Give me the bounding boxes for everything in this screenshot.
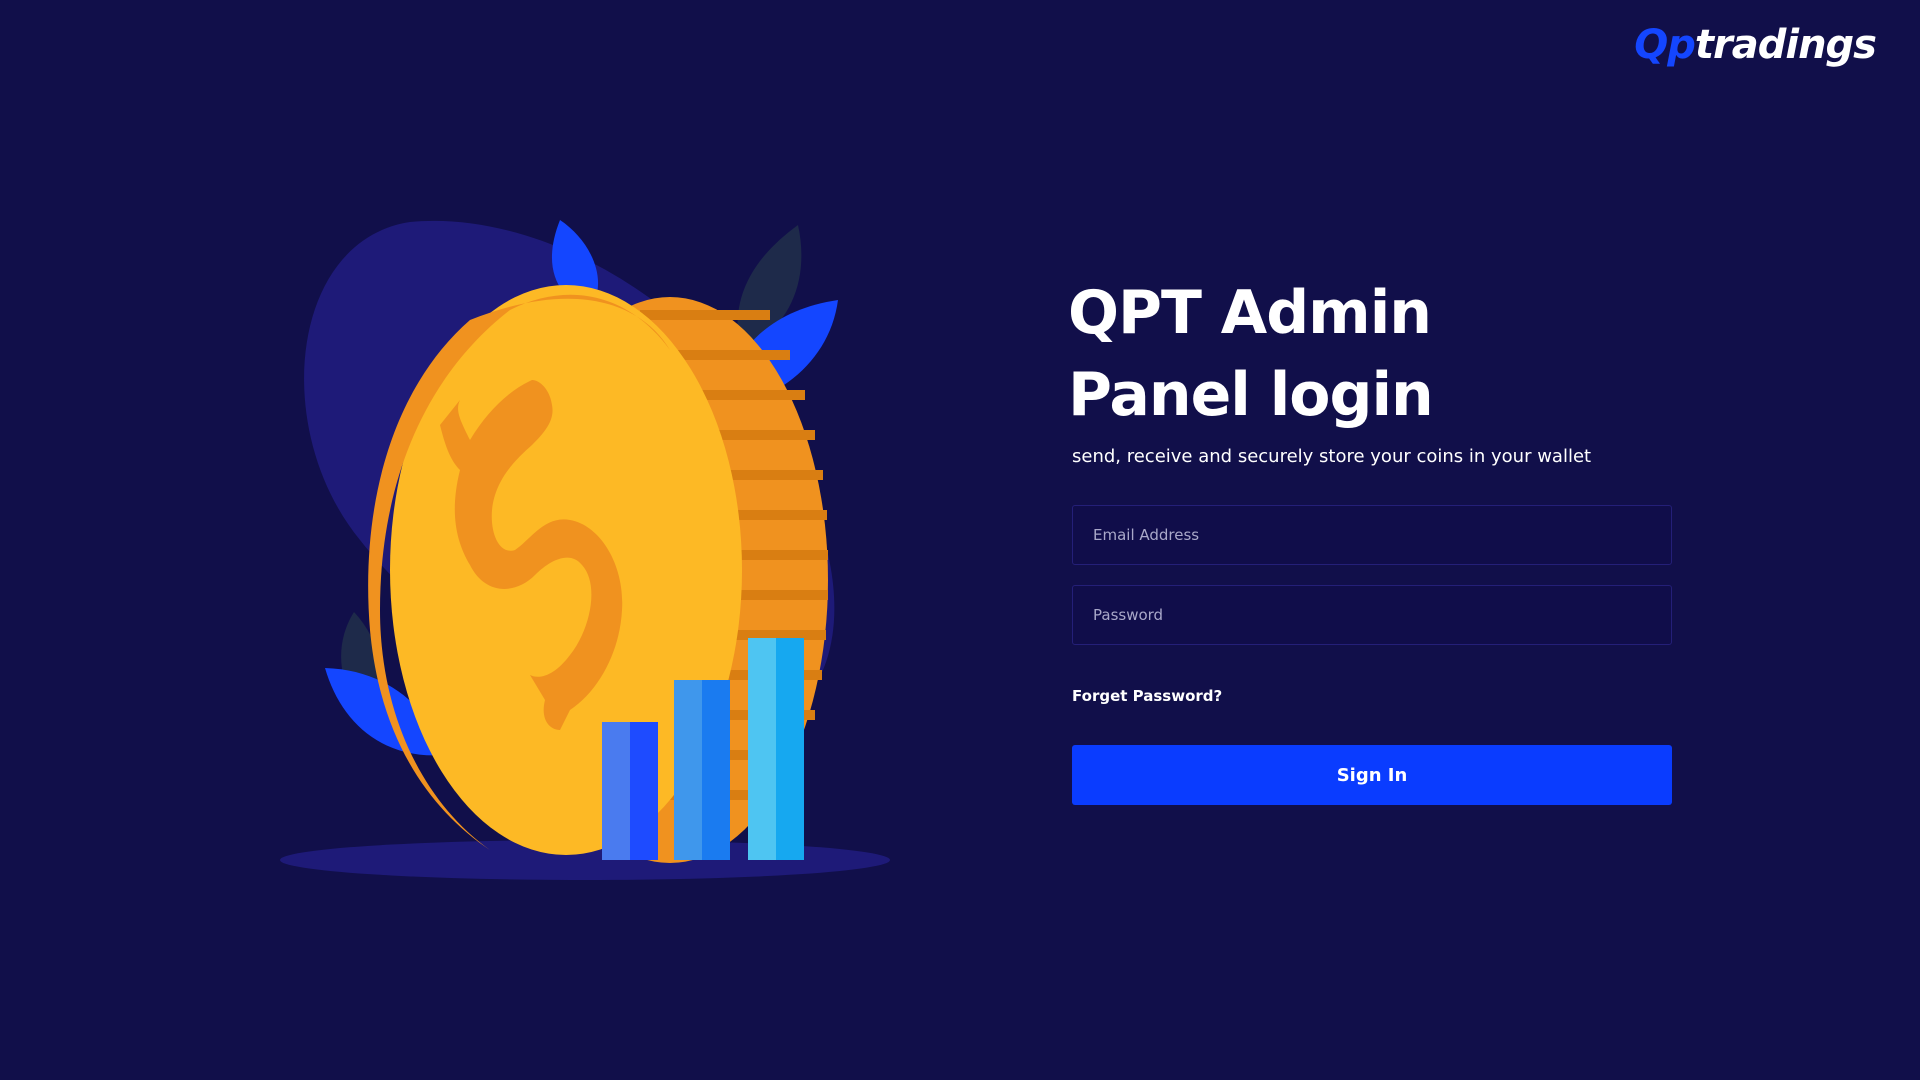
login-panel: QPT Admin Panel login send, receive and … <box>1068 272 1678 805</box>
bar-2-light <box>674 680 702 860</box>
page-subtitle: send, receive and securely store your co… <box>1072 446 1592 467</box>
sign-in-button[interactable]: Sign In <box>1072 745 1672 805</box>
page-title: QPT Admin Panel login <box>1068 278 1434 430</box>
bar-1-dark <box>630 722 658 860</box>
logo-suffix: tradings <box>1694 22 1877 68</box>
coin-chart-illustration-icon <box>280 220 890 880</box>
bar-1-light <box>602 722 630 860</box>
bar-2-dark <box>702 680 730 860</box>
email-field[interactable] <box>1072 505 1672 565</box>
bar-3-dark <box>776 638 804 860</box>
coin-illustration <box>270 210 910 890</box>
bar-3-light <box>748 638 776 860</box>
forgot-password-link[interactable]: Forget Password? <box>1072 687 1222 705</box>
brand-logo[interactable]: Qptradings <box>1634 22 1877 68</box>
login-page: Qptradings QPT Admin Panel login send, r… <box>0 0 1920 1080</box>
logo-prefix: Qp <box>1634 22 1696 68</box>
password-field[interactable] <box>1072 585 1672 645</box>
